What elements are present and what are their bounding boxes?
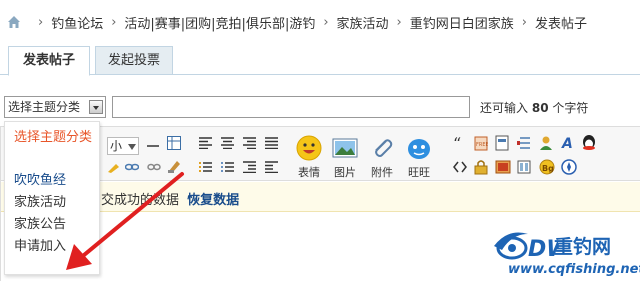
topic-type-select-value: 选择主题分类 [8,100,81,114]
svg-text:A: A [561,136,573,151]
align-center-icon[interactable] [221,137,234,153]
post-tabs: 发表帖子 发起投票 [0,44,640,76]
char-count-hint: 还可输入 80 个字符 [480,99,588,116]
smiley-icon [296,135,322,161]
breadcrumb-family-activities[interactable]: 家族活动 [337,13,389,32]
align-left-icon[interactable] [199,137,212,153]
tab-start-poll[interactable]: 发起投票 [95,46,173,75]
quote-icon[interactable]: “ [453,134,465,153]
unordered-list-icon[interactable] [221,161,234,177]
chevron-down-icon[interactable] [89,100,103,114]
breadcrumb-activities[interactable]: 活动|赛事|团购|竞拍|俱乐部|游钓 [124,13,315,32]
breadcrumb-current: 发表帖子 [534,16,587,32]
svg-text:“: “ [453,137,461,149]
outdent-icon[interactable] [265,161,278,177]
breadcrumb-separator: › [323,14,329,30]
topic-type-select[interactable]: 选择主题分类 [4,96,106,118]
hide-content-icon[interactable] [495,135,509,155]
breadcrumb-forum[interactable]: 钓鱼论坛 [51,13,103,32]
watermark-url: www.cqfishing.net [508,262,640,277]
breadcrumb: › 钓鱼论坛 › 活动|赛事|团购|竞拍|俱乐部|游钓 › 家族活动 › 重钓网… [0,0,640,44]
code-icon[interactable] [453,161,467,177]
breadcrumb-separator: › [521,14,527,30]
emoji-button[interactable]: 表情 [291,135,327,180]
image-button-label: 图片 [334,166,356,179]
char-hint-suffix: 个字符 [552,101,589,115]
font-size-select[interactable]: 小 [107,137,139,155]
home-icon[interactable] [6,14,22,30]
attachment-button[interactable]: 附件 [364,135,400,180]
table-icon[interactable] [167,136,181,154]
align-right-icon[interactable] [243,137,256,153]
lock-icon[interactable] [474,159,488,179]
breadcrumb-separator: › [111,14,117,30]
wangwang-button-label: 旺旺 [408,166,430,179]
tab-post-thread[interactable]: 发表帖子 [8,46,90,76]
align-justify-icon[interactable] [265,137,278,153]
free-tag-icon[interactable]: FREE [474,135,489,155]
dropdown-option-placeholder[interactable]: 选择主题分类 [14,126,94,170]
horizontal-rule-icon[interactable] [147,140,159,155]
svg-text:Bg: Bg [542,164,554,173]
media-icon[interactable] [495,159,511,179]
subject-input[interactable] [112,96,470,118]
site-watermark: DW 重钓网 www.cqfishing.net [488,224,640,281]
breadcrumb-family-group[interactable]: 重钓网日白团家族 [410,13,514,32]
compass-icon[interactable] [561,159,577,179]
font-color-icon[interactable]: A [561,135,575,155]
page-break-icon[interactable] [517,135,531,155]
emoji-button-label: 表情 [298,166,320,179]
bg-color-icon[interactable]: Bg [539,159,555,179]
char-hint-prefix: 还可输入 [480,101,529,115]
flash-icon[interactable] [517,159,531,179]
breadcrumb-separator: › [38,14,44,30]
attachment-button-label: 附件 [371,166,393,179]
image-icon [332,135,358,161]
watermark-logo-icon: DW [494,232,558,262]
qq-icon[interactable] [581,134,597,155]
font-size-value: 小 [110,139,123,153]
image-button[interactable]: 图片 [327,135,363,180]
paperclip-icon [369,135,395,161]
restore-data-link[interactable]: 恢复数据 [187,193,239,208]
watermark-brand: 重钓网 [554,236,612,258]
wangwang-icon [406,135,432,161]
user-icon[interactable] [539,135,555,155]
char-hint-count: 80 [531,101,549,115]
svg-text:FREE: FREE [476,142,488,148]
ordered-list-icon[interactable] [199,161,212,177]
subject-row: 选择主题分类 还可输入 80 个字符 [0,94,640,120]
indent-icon[interactable] [243,161,256,177]
breadcrumb-separator: › [396,14,402,30]
annotation-arrow [66,172,184,270]
wangwang-button[interactable]: 旺旺 [401,135,437,180]
